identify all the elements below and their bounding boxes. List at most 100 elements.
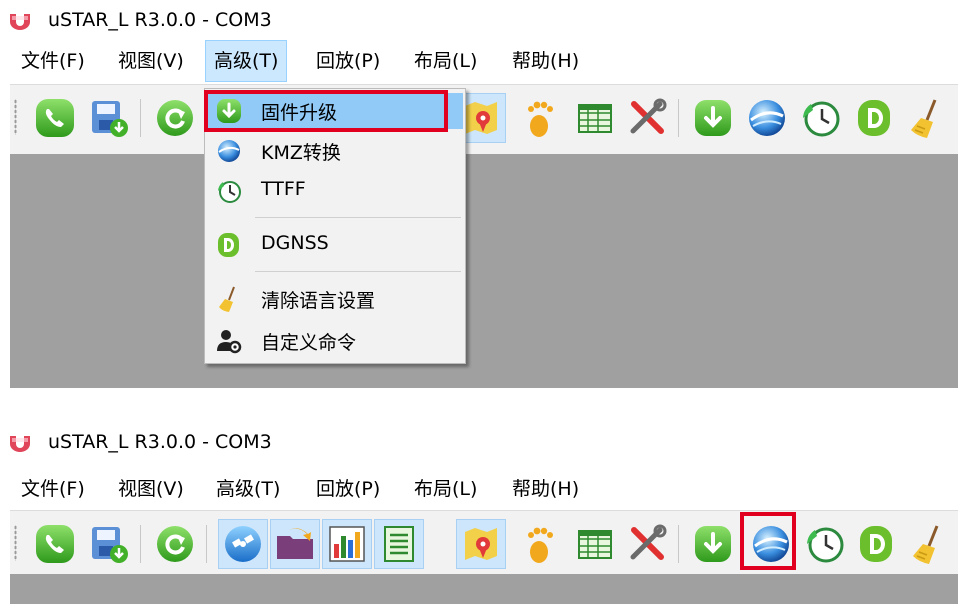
globe-button[interactable] [742,93,792,143]
spreadsheet-button[interactable] [570,519,620,569]
app-logo-icon [10,436,30,452]
window-title: uSTAR_L R3.0.0 - COM3 [48,431,272,453]
clock-button[interactable] [796,93,846,143]
toolbar-grip[interactable] [14,525,17,561]
download-icon [695,526,731,562]
menu-file[interactable]: 文件(F) [13,40,93,82]
dgnss-button[interactable] [852,519,902,569]
title-bar: uSTAR_L R3.0.0 - COM3 [0,422,958,462]
menu-help[interactable]: 帮助(H) [504,40,587,82]
footprint-icon [528,101,553,137]
map-pin-icon [465,528,497,560]
menu-advanced[interactable]: 高级(T) [208,468,288,510]
footprint-button[interactable] [516,519,566,569]
map-pin-button[interactable] [456,519,506,569]
window-title: uSTAR_L R3.0.0 - COM3 [48,9,272,31]
folder-button[interactable] [270,519,320,569]
menu-item-custom-command[interactable]: 自定义命令 [207,323,463,359]
menu-item-firmware-upgrade[interactable]: 固件升级 [207,93,463,129]
menu-playback[interactable]: 回放(P) [308,40,388,82]
window-with-menu-open: uSTAR_L R3.0.0 - COM3 文件(F) 视图(V) 高级(T) … [0,0,958,388]
menu-bar: 文件(F) 视图(V) 高级(T) 回放(P) 布局(L) 帮助(H) [0,40,958,84]
list-icon [384,526,414,562]
menu-item-label: 自定义命令 [261,332,357,354]
toolbar-grip[interactable] [14,99,17,135]
menu-item-label: KMZ转换 [261,142,341,164]
spreadsheet-icon [578,104,612,133]
footprint-button[interactable] [516,93,566,143]
broom-icon [911,99,937,138]
menu-view[interactable]: 视图(V) [110,468,192,510]
broom-button[interactable] [904,519,954,569]
download-button[interactable] [688,519,738,569]
menu-item-kmz-convert[interactable]: KMZ转换 [207,133,463,169]
menu-file[interactable]: 文件(F) [13,468,93,510]
toolbar-separator [140,525,141,563]
folder-icon [277,528,313,559]
menu-help[interactable]: 帮助(H) [504,468,587,510]
broom-icon [219,286,235,312]
connect-button[interactable] [30,519,80,569]
globe-button[interactable] [746,519,796,569]
menu-layout[interactable]: 布局(L) [406,40,485,82]
tools-button[interactable] [622,519,672,569]
globe-icon [753,526,789,562]
globe-icon [749,100,785,136]
menu-layout[interactable]: 布局(L) [406,468,485,510]
spreadsheet-icon [578,530,612,559]
menu-item-label: 清除语言设置 [261,290,376,312]
menu-playback[interactable]: 回放(P) [308,468,388,510]
user-gear-icon [217,330,242,354]
broom-icon [913,525,939,564]
menu-separator [255,217,461,218]
bar-chart-button[interactable] [322,519,372,569]
dgnss-icon [860,526,892,562]
menu-view[interactable]: 视图(V) [110,40,192,82]
toolbar [10,510,958,575]
menu-advanced[interactable]: 高级(T) [205,40,288,82]
menu-item-dgnss[interactable]: DGNSS [207,227,463,263]
spreadsheet-button[interactable] [570,93,620,143]
dgnss-button[interactable] [850,93,900,143]
connect-icon [36,99,74,137]
toolbar-separator [678,525,679,563]
workspace-area [10,574,958,604]
satellite-icon [225,526,261,562]
bar-chart-icon [329,526,365,562]
list-button[interactable] [374,519,424,569]
advanced-menu-dropdown: 固件升级 KMZ转换 TTFF DGNSS 清除语言设置 自定义命令 [204,88,466,364]
satellite-button[interactable] [218,519,268,569]
workspace-area [10,154,958,388]
refresh-button[interactable] [150,519,200,569]
refresh-button[interactable] [150,93,200,143]
toolbar-separator [206,525,207,563]
window-toolbar-view: uSTAR_L R3.0.0 - COM3 文件(F) 视图(V) 高级(T) … [0,422,958,604]
save-icon [92,527,128,563]
clock-icon [218,181,241,203]
app-logo-icon [10,14,30,30]
broom-button[interactable] [902,93,952,143]
menu-item-label: 固件升级 [261,102,338,124]
connect-button[interactable] [30,93,80,143]
save-button[interactable] [84,519,134,569]
tools-icon [630,524,667,560]
tools-button[interactable] [622,93,672,143]
globe-icon [218,140,240,162]
clock-button[interactable] [800,519,850,569]
tools-icon [630,98,667,134]
download-icon [695,100,731,136]
download-button[interactable] [688,93,738,143]
toolbar [10,84,958,155]
clock-icon [807,527,844,563]
menu-item-clear-language[interactable]: 清除语言设置 [207,281,463,317]
menu-item-ttff[interactable]: TTFF [207,173,463,209]
save-button[interactable] [84,93,134,143]
toolbar-separator [678,99,679,137]
footprint-icon [528,527,553,563]
dgnss-icon [218,233,239,257]
title-bar: uSTAR_L R3.0.0 - COM3 [0,0,958,40]
save-icon [92,101,128,137]
clock-icon [803,101,840,137]
toolbar-separator [140,99,141,137]
dgnss-icon [858,100,890,136]
